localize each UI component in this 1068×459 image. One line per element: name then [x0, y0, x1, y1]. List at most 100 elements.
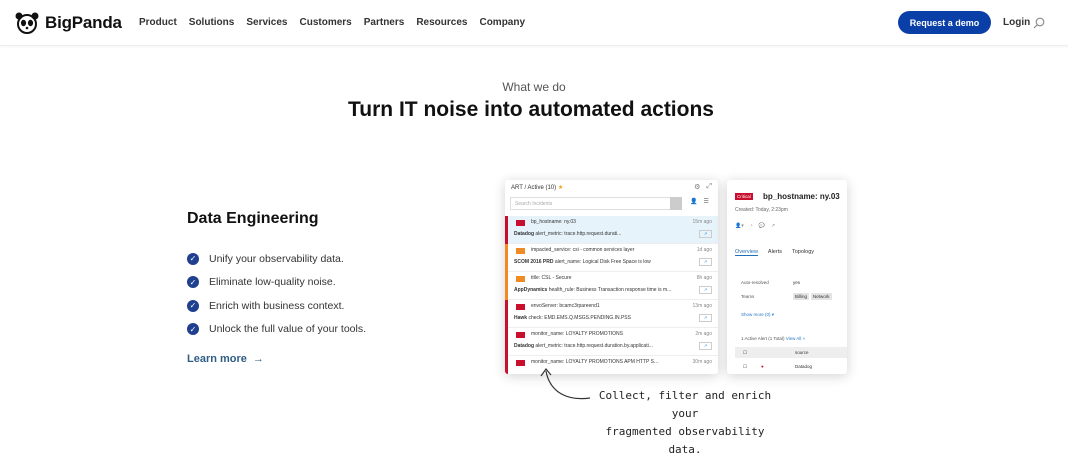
caption-line-2: fragmented observability data. — [605, 425, 765, 456]
severity-bar — [505, 272, 508, 300]
show-more-link[interactable]: Show more (0) ▾ — [741, 312, 774, 318]
share-icon[interactable]: ↗ — [699, 342, 712, 350]
expand-icon[interactable]: ⤢ — [706, 183, 712, 191]
nav-item-solutions[interactable]: Solutions — [189, 17, 235, 28]
incident-detail: Hawk check: EMD.EMS.Q.MSGS.PENDING.IN.PS… — [514, 315, 631, 321]
severity-tag — [516, 248, 525, 254]
alerts-count: 1 Active Alert (1 Total) — [741, 336, 785, 341]
field-label: Auto-resolved — [741, 280, 769, 285]
nav-item-customers[interactable]: Customers — [300, 17, 352, 28]
incident-detail-text: alert_name: Logical Disk Free Space is l… — [554, 259, 651, 265]
incident-source: Datadog — [514, 343, 534, 349]
alerts-table-row[interactable]: ☐ ● Datadog — [735, 361, 847, 372]
bullet-item: ✓ Unlock the full value of your tools. — [187, 318, 366, 342]
search-icon[interactable] — [1033, 17, 1045, 29]
severity-tag — [516, 220, 525, 226]
share-icon[interactable]: ↗ — [699, 286, 712, 294]
incident-row[interactable]: monitor_name: LOYALTY PROMOTIONS APM HTT… — [505, 356, 718, 374]
detail-action-icons: 👤▾ ◔ 💬 ↗ — [735, 223, 775, 229]
caption-line-1: Collect, filter and enrich your — [598, 389, 772, 420]
incident-time: 8h ago — [696, 275, 712, 281]
share-icon[interactable]: ↗ — [771, 223, 775, 229]
incident-title: monitor_name: LOYALTY PROMOTIONS — [531, 331, 623, 337]
column-header: source — [795, 350, 809, 355]
critical-badge: Critical — [735, 193, 753, 200]
learn-more-label: Learn more — [187, 353, 247, 365]
gear-icon[interactable]: ⚙ — [694, 183, 700, 191]
incident-row[interactable]: impacted_service: csi - common services … — [505, 244, 718, 272]
field-label: Teams — [741, 294, 755, 299]
nav-item-company[interactable]: Company — [479, 17, 525, 28]
feature-title: Data Engineering — [187, 210, 319, 227]
incident-detail-text: alert_metric: trace.http.request.durati.… — [535, 231, 622, 237]
nav-item-partners[interactable]: Partners — [364, 17, 405, 28]
alerts-header: 1 Active Alert (1 Total) View All » — [741, 336, 805, 341]
user-icon[interactable]: 👤 — [690, 198, 697, 205]
logo[interactable]: BigPanda — [14, 10, 122, 36]
severity-tag — [516, 304, 525, 310]
severity-tag — [516, 360, 525, 366]
snooze-icon[interactable]: ◔ — [750, 223, 753, 229]
incident-detail-text: health_rule: Business Transaction respon… — [548, 287, 672, 293]
bullet-text: Unlock the full value of your tools. — [209, 323, 366, 336]
assign-icon[interactable]: 👤▾ — [735, 223, 744, 229]
incident-time: 30m ago — [692, 359, 712, 365]
feature-bullets: ✓ Unify your observability data. ✓ Elimina… — [187, 247, 366, 341]
nav-item-product[interactable]: Product — [139, 17, 177, 28]
checkbox-icon[interactable]: ☐ — [743, 350, 747, 356]
team-chips: Billing Network — [793, 293, 834, 300]
star-icon[interactable]: ★ — [558, 185, 563, 191]
incident-time: 13m ago — [692, 303, 712, 309]
team-chip[interactable]: Network — [811, 293, 832, 300]
bullet-item: ✓ Enrich with business context. — [187, 294, 366, 318]
logo-text: BigPanda — [45, 13, 122, 32]
nav-item-resources[interactable]: Resources — [416, 17, 467, 28]
login-link[interactable]: Login — [1003, 17, 1030, 28]
checkbox-icon[interactable]: ☐ — [743, 364, 747, 370]
bullet-text: Eliminate low-quality noise. — [209, 276, 336, 289]
incident-source: Datadog — [514, 231, 534, 237]
team-chip[interactable]: Billing — [793, 293, 810, 300]
severity-bar — [505, 328, 508, 356]
request-demo-button[interactable]: Request a demo — [898, 11, 991, 34]
share-icon[interactable]: ↗ — [699, 258, 712, 266]
severity-bar — [505, 216, 508, 244]
bullet-text: Enrich with business context. — [209, 299, 345, 312]
incident-title: impacted_service: csi - common services … — [531, 247, 635, 253]
alerts-table-header: ☐ source — [735, 347, 847, 358]
tab-topology[interactable]: Topology — [792, 249, 814, 256]
panda-logo-icon — [15, 12, 39, 34]
incident-row[interactable]: envoServer: bcamc3rpareend1 Hawk check: … — [505, 300, 718, 328]
tab-alerts[interactable]: Alerts — [768, 249, 782, 256]
comment-icon[interactable]: 💬 — [759, 223, 765, 229]
incident-source: AppDynamics — [514, 287, 548, 293]
incident-detail-text: check: EMD.EMS.Q.MSGS.PENDING.IN.PSS — [528, 315, 631, 321]
incident-detail: Datadog alert_metric: trace.http.request… — [514, 231, 621, 237]
share-icon[interactable]: ↗ — [699, 230, 712, 238]
nav-item-services[interactable]: Services — [246, 17, 287, 28]
bullet-text: Unify your observability data. — [209, 252, 344, 265]
severity-tag — [516, 276, 525, 282]
list-tools: 👤 ☰ — [690, 198, 709, 205]
view-all-link[interactable]: View All » — [786, 336, 805, 341]
learn-more-link[interactable]: Learn more → — [187, 353, 264, 365]
severity-bar — [505, 300, 508, 328]
share-icon[interactable]: ↗ — [699, 314, 712, 322]
section-eyebrow: What we do — [502, 80, 566, 94]
incident-list-panel: ART / Active (10) ★ ⚙ ⤢ Search Incidents … — [505, 180, 718, 374]
incident-search-input[interactable]: Search Incidents — [510, 197, 680, 210]
bullet-item: ✓ Unify your observability data. — [187, 247, 366, 271]
alert-source: Datadog — [795, 364, 813, 369]
field-value: yes — [793, 280, 801, 285]
check-icon: ✓ — [187, 299, 199, 312]
incident-row[interactable]: monitor_name: LOYALTY PROMOTIONS Datadog… — [505, 328, 718, 356]
check-icon: ✓ — [187, 323, 199, 336]
incident-title: bp_hostname: ny.03 — [531, 219, 576, 225]
incident-row[interactable]: bp_hostname: ny.03 Datadog alert_metric:… — [505, 216, 718, 244]
list-icon[interactable]: ☰ — [703, 198, 708, 205]
search-button[interactable] — [670, 197, 682, 210]
detail-tabs: Overview Alerts Topology — [735, 249, 814, 256]
incident-row[interactable]: title: CSL - Secure AppDynamics health_r… — [505, 272, 718, 300]
tab-overview[interactable]: Overview — [735, 249, 758, 256]
incident-detail: Datadog alert_metric: trace.http.request… — [514, 343, 653, 349]
